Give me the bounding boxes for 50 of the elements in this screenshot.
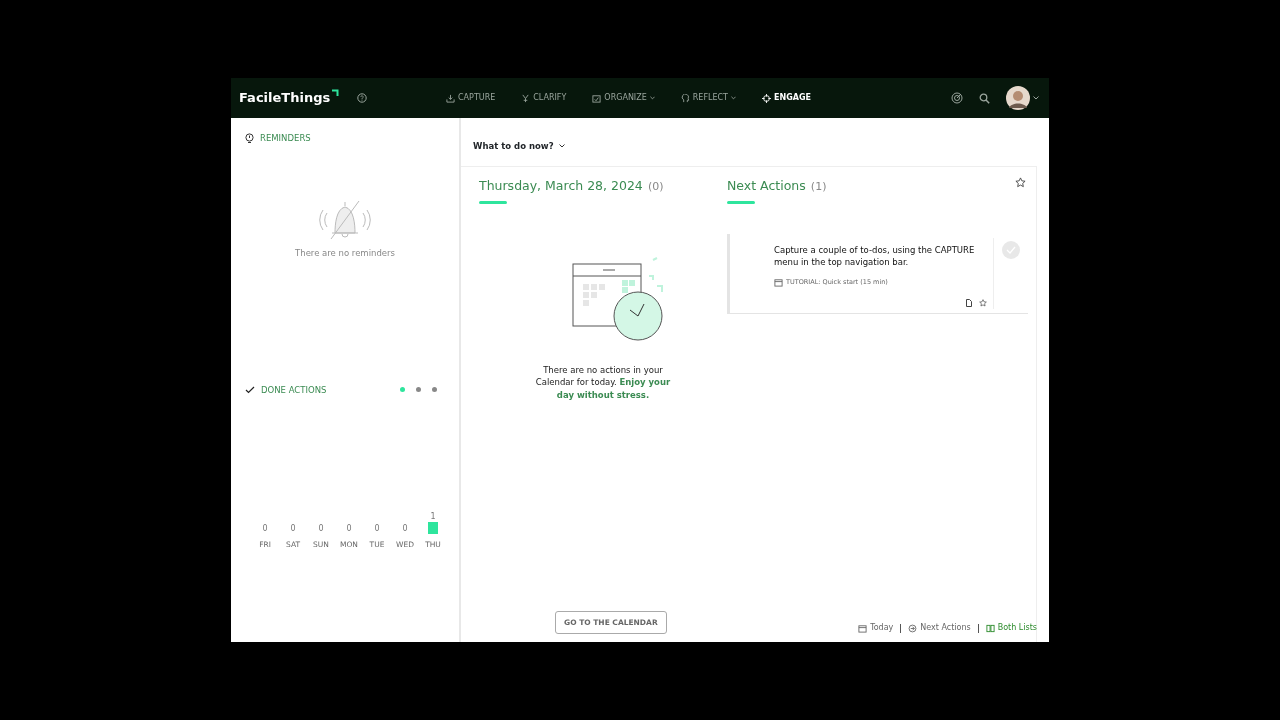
empty-message: There are no reminders (295, 246, 395, 260)
lightbulb-icon (245, 132, 254, 144)
caret-icon[interactable] (1033, 96, 1039, 100)
calendar-heading: Thursday, March 28, 2024 (479, 178, 643, 193)
nav-link[interactable]: ORGANIZE (592, 92, 655, 104)
value-label: 0 (290, 524, 296, 534)
page-dot[interactable] (416, 387, 421, 393)
nav-link[interactable]: ENGAGE (761, 92, 811, 104)
next-actions-heading: Next Actions (727, 178, 806, 193)
nav-link[interactable]: CLARIFY (521, 92, 567, 104)
bar (428, 522, 438, 535)
count-label: (1) (810, 180, 827, 193)
document-icon[interactable] (965, 299, 973, 307)
search-icon[interactable] (979, 92, 990, 104)
value-label: 0 (262, 524, 268, 534)
count-label: (0) (647, 180, 664, 193)
action-text: Capture a couple of to-dos, using the CAPTURE menu in the top navigation bar. (774, 244, 976, 269)
page-dot[interactable] (432, 387, 437, 393)
funnel-icon (521, 93, 531, 103)
nav-link[interactable]: REFLECT (680, 92, 736, 104)
value-label: 0 (402, 524, 408, 534)
nav-link[interactable]: CAPTURE (446, 92, 496, 104)
checkmark-icon (245, 385, 255, 394)
calendar-icon (774, 278, 783, 287)
calendar-icon (858, 623, 868, 633)
view-toggle-link[interactable]: Next Actions (908, 622, 971, 634)
page-dot[interactable] (400, 387, 405, 393)
app-logo[interactable]: FacileThings (239, 88, 331, 108)
corner-mark-icon (332, 88, 340, 96)
columns-icon (985, 623, 995, 633)
view-toggle-link[interactable]: Both Lists (985, 622, 1037, 634)
value-label: 1 (430, 512, 436, 522)
download-tray-icon (446, 93, 455, 103)
folder-check-icon (592, 93, 602, 103)
caret-icon (558, 144, 565, 149)
empty-message: There are no actions in your Calendar for today. Enjoy your day without stress. (534, 364, 672, 401)
target-icon[interactable] (951, 92, 963, 104)
section-title[interactable]: DONE ACTIONS (261, 383, 327, 397)
value-label: 0 (374, 524, 380, 534)
view-toggle-link[interactable]: Today (858, 622, 894, 634)
star-icon[interactable] (1015, 177, 1026, 188)
view-dropdown[interactable]: What to do now? (473, 140, 565, 153)
value-label: 0 (318, 524, 324, 534)
star-icon[interactable] (979, 299, 987, 307)
help-icon[interactable] (357, 93, 368, 103)
crosshair-icon (761, 93, 771, 103)
section-title[interactable]: REMINDERS (260, 132, 311, 145)
avatar[interactable] (1006, 86, 1030, 110)
arrow-circle-icon (908, 623, 918, 633)
value-label: 0 (346, 524, 352, 534)
